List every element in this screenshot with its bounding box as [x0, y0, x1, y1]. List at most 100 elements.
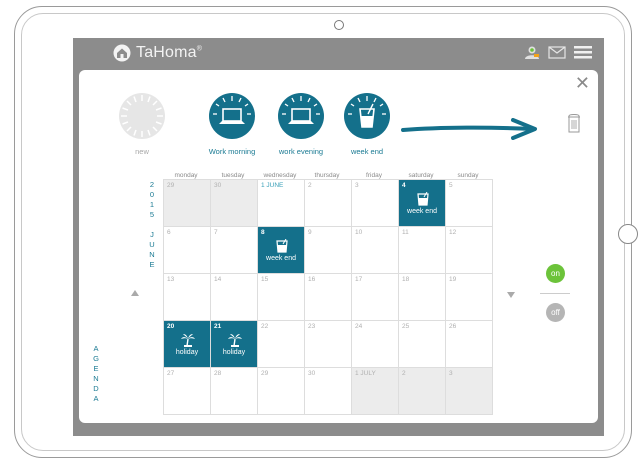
brand-text: TaHoma — [136, 44, 197, 61]
calendar-day-cell[interactable]: 8 week end — [258, 227, 305, 274]
day-number: 11 — [402, 229, 409, 236]
agenda-char: G — [93, 354, 99, 363]
program-work-morning[interactable]: Work morning — [202, 92, 262, 156]
logo: TaHoma® — [113, 44, 202, 62]
mail-icon[interactable] — [548, 45, 566, 59]
calendar-day-cell[interactable]: 7 — [211, 227, 258, 274]
day-number: 10 — [355, 229, 363, 236]
day-number: 12 — [449, 229, 457, 236]
day-number: 5 — [449, 182, 453, 189]
agenda-char: D — [93, 384, 99, 393]
day-number: 24 — [355, 323, 363, 330]
day-number: 15 — [261, 276, 269, 283]
calendar-day-cell[interactable]: 24 — [352, 321, 399, 368]
year-char: 2 — [149, 180, 155, 189]
calendar-day-cell[interactable]: 21 holiday — [211, 321, 258, 368]
agenda-off-button[interactable]: off — [546, 303, 565, 322]
calendar-day-cell[interactable]: 22 — [258, 321, 305, 368]
day-number: 3 — [355, 182, 359, 189]
calendar-day-cell[interactable]: 18 — [399, 274, 446, 321]
month-char: N — [149, 250, 155, 259]
program-event-label: holiday — [175, 349, 199, 356]
agenda-modal: ✕ new Work morning work evening week end… — [79, 70, 598, 423]
day-number: 4 — [402, 182, 406, 189]
calendar-day-cell[interactable]: 2 — [305, 180, 352, 227]
calendar-day-cell[interactable]: 25 — [399, 321, 446, 368]
day-number: 6 — [167, 229, 171, 236]
calendar-day-cell[interactable]: 13 — [164, 274, 211, 321]
calendar-day-cell[interactable]: 28 — [211, 368, 258, 415]
calendar-day-cell[interactable]: 2 — [399, 368, 446, 415]
calendar-day-cell[interactable]: 3 — [446, 368, 493, 415]
close-icon[interactable]: ✕ — [575, 74, 590, 92]
app-bar: TaHoma® — [73, 38, 604, 68]
year-label: 2 0 1 5 — [148, 180, 156, 220]
day-number: 30 — [214, 182, 222, 189]
laptop-icon — [278, 93, 324, 139]
calendar-day-cell[interactable]: 23 — [305, 321, 352, 368]
calendar-day-cell[interactable]: 1 JULY — [352, 368, 399, 415]
day-header: monday — [174, 172, 198, 179]
calendar-week-row: 13 14 15 16 17 18 19 — [164, 274, 493, 321]
calendar-day-cell[interactable]: 14 — [211, 274, 258, 321]
day-number: 3 — [449, 370, 453, 377]
month-char: E — [149, 260, 155, 269]
next-month-arrow-icon[interactable] — [507, 292, 515, 298]
app-bar-icons — [524, 45, 592, 59]
calendar-day-cell[interactable]: 20 holiday — [164, 321, 211, 368]
program-new[interactable]: new — [112, 92, 172, 156]
program-work-evening[interactable]: work evening — [271, 92, 331, 156]
calendar-day-cell[interactable]: 29 — [258, 368, 305, 415]
app-screen: TaHoma® ✕ new Work morning work evening … — [73, 38, 604, 436]
day-number: 17 — [355, 276, 363, 283]
calendar-week-row: 20 holiday 21 holiday 22 23 24 25 26 — [164, 321, 493, 368]
calendar-day-cell[interactable]: 17 — [352, 274, 399, 321]
day-number: 26 — [449, 323, 457, 330]
day-number: 2 — [308, 182, 312, 189]
user-icon[interactable] — [524, 45, 540, 59]
program-label: week end — [350, 147, 384, 156]
day-number: 30 — [308, 370, 316, 377]
trash-icon[interactable] — [567, 113, 581, 133]
calendar-day-cell[interactable]: 3 — [352, 180, 399, 227]
house-logo-icon — [113, 44, 131, 62]
day-number: 21 — [214, 323, 222, 330]
calendar-day-cell[interactable]: 9 — [305, 227, 352, 274]
day-number: 28 — [214, 370, 222, 377]
menu-icon[interactable] — [574, 45, 592, 59]
day-number: 27 — [167, 370, 175, 377]
calendar-day-cell[interactable]: 10 — [352, 227, 399, 274]
day-number: 1 JUNE — [261, 182, 284, 189]
calendar-day-cell[interactable]: 15 — [258, 274, 305, 321]
calendar-day-cell[interactable]: 26 — [446, 321, 493, 368]
agenda-char: A — [93, 344, 99, 353]
calendar-day-cell[interactable]: 19 — [446, 274, 493, 321]
calendar-day-cell[interactable]: 12 — [446, 227, 493, 274]
program-event-label: week end — [266, 255, 296, 262]
program-event-label: holiday — [222, 349, 246, 356]
day-header: tuesday — [221, 172, 245, 179]
program-week-end[interactable]: week end — [337, 92, 397, 156]
calendar-day-cell[interactable]: 6 — [164, 227, 211, 274]
day-number: 29 — [261, 370, 269, 377]
agenda-label: A G E N D A — [92, 344, 100, 404]
previous-month-arrow-icon[interactable] — [131, 290, 139, 296]
program-event-label: week end — [407, 208, 437, 215]
day-number: 19 — [449, 276, 457, 283]
agenda-on-button[interactable]: on — [546, 264, 565, 283]
day-number: 14 — [214, 276, 222, 283]
home-button[interactable] — [618, 224, 638, 244]
drag-arrow-icon — [401, 118, 537, 140]
dial-icon — [119, 93, 165, 139]
calendar-day-cell[interactable]: 4 week end — [399, 180, 446, 227]
calendar-day-cell[interactable]: 29 — [164, 180, 211, 227]
calendar-day-cell[interactable]: 5 — [446, 180, 493, 227]
month-label: J U N E — [148, 230, 156, 270]
calendar-day-cell[interactable]: 16 — [305, 274, 352, 321]
calendar-day-cell[interactable]: 11 — [399, 227, 446, 274]
calendar-day-cell[interactable]: 27 — [164, 368, 211, 415]
calendar-day-cell[interactable]: 30 — [305, 368, 352, 415]
day-header: saturday — [408, 172, 434, 179]
calendar-day-cell[interactable]: 1 JUNE — [258, 180, 305, 227]
calendar-day-cell[interactable]: 30 — [211, 180, 258, 227]
